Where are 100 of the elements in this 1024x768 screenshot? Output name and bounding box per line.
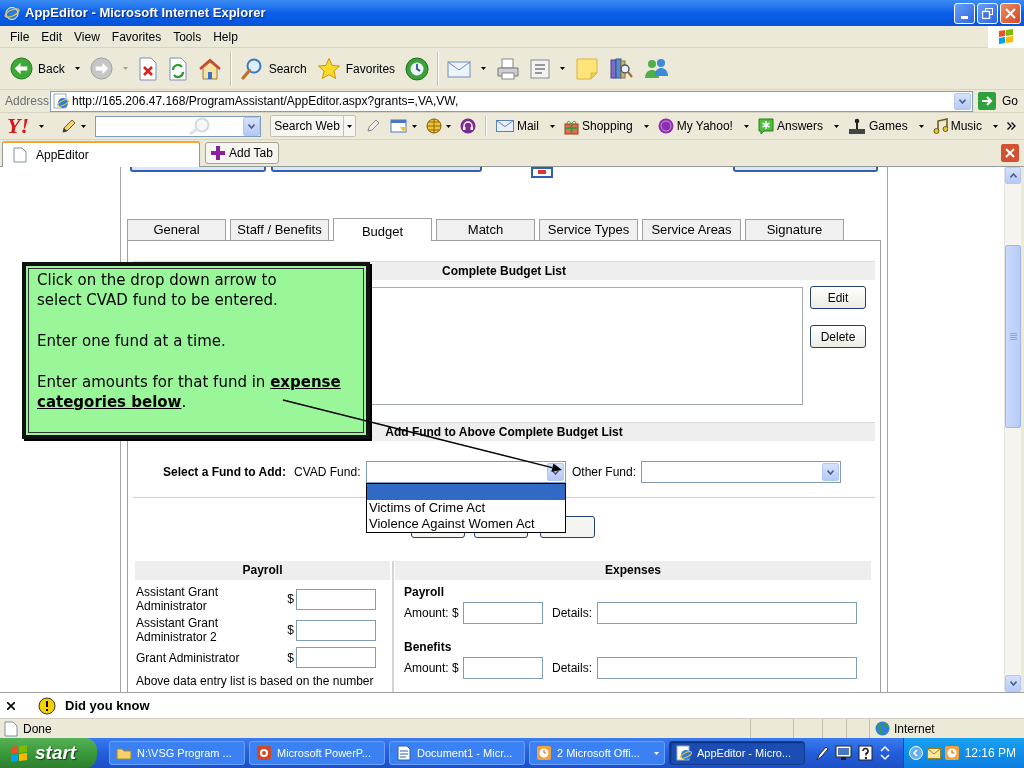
- taskbar-button[interactable]: N:\VSG Program ...: [109, 741, 245, 765]
- scroll-down-button[interactable]: [1005, 675, 1021, 692]
- document-icon: [396, 745, 412, 761]
- amount-input[interactable]: [296, 619, 376, 641]
- music-note-icon: [932, 118, 948, 134]
- address-field[interactable]: http://165.206.47.168/ProgramAssistant/AppEditor.aspx?grants=,VA,VW,: [50, 90, 973, 112]
- menu-item[interactable]: Help: [207, 26, 244, 47]
- page-tab[interactable]: Service Types: [539, 219, 638, 240]
- folder-icon: [116, 746, 132, 760]
- monitor-icon: [835, 745, 852, 761]
- menu-item[interactable]: Favorites: [105, 26, 168, 47]
- music-link[interactable]: Music: [932, 115, 998, 137]
- cut-off-button[interactable]: [130, 167, 266, 172]
- browser-tab[interactable]: AppEditor: [2, 141, 200, 167]
- my-page-link[interactable]: My Yahoo!: [657, 115, 749, 137]
- chevron-down-icon: [827, 469, 834, 475]
- chevron-down-icon: [1009, 681, 1017, 686]
- cut-off-button[interactable]: [733, 167, 878, 172]
- scroll-up-button[interactable]: [1005, 167, 1021, 184]
- clock-text: 12:16 PM: [964, 745, 1016, 762]
- search-icon: [239, 56, 264, 81]
- menu-item[interactable]: Tools: [167, 26, 208, 47]
- search-web-button[interactable]: Search Web: [270, 115, 356, 137]
- house-icon: [197, 56, 222, 81]
- taskbar-button[interactable]: Document1 - Micr...: [389, 741, 525, 765]
- amount-input[interactable]: [463, 657, 543, 679]
- page-tab[interactable]: Budget: [333, 218, 432, 241]
- back-button[interactable]: Back: [8, 51, 82, 86]
- info-bar-text: Did you know: [65, 696, 150, 715]
- amount-input[interactable]: [296, 588, 376, 610]
- field-label: Amount: $: [404, 660, 460, 677]
- asterisk-bubble-icon: [757, 117, 774, 135]
- books-magnifier-icon: [609, 56, 634, 81]
- globe-icon: [875, 721, 890, 736]
- page-tab[interactable]: Signature: [745, 219, 844, 240]
- cut-off-button[interactable]: [271, 167, 482, 172]
- page-tab[interactable]: Match: [436, 219, 535, 240]
- envelope-icon: [447, 58, 472, 79]
- callout-text: Enter amounts for that fund in expense categories below.: [37, 372, 341, 412]
- logo-button[interactable]: Y!: [7, 116, 44, 136]
- note-text: Above data entry list is based on the number: [136, 674, 375, 688]
- window-title: AppEditor - Microsoft Internet Explorer: [25, 4, 266, 23]
- games-link[interactable]: Games: [847, 115, 924, 137]
- page-x-icon: [137, 56, 158, 81]
- search-button[interactable]: Search: [237, 51, 309, 86]
- add-tab-button[interactable]: Add Tab: [205, 142, 279, 164]
- menu-item[interactable]: Edit: [35, 26, 69, 47]
- page-globe-icon: [676, 745, 692, 761]
- show-hidden-icons-button[interactable]: [909, 746, 923, 760]
- taskbar-button[interactable]: AppEditor - Micro...: [669, 741, 805, 765]
- menu-item[interactable]: View: [68, 26, 106, 47]
- other-fund-select[interactable]: [641, 461, 841, 483]
- favorites-button[interactable]: Favorites: [314, 51, 398, 86]
- window-icon: [389, 118, 408, 134]
- page-tab[interactable]: Staff / Benefits: [230, 219, 329, 240]
- close-icon: [1001, 144, 1019, 162]
- page-tab[interactable]: Service Areas: [642, 219, 741, 240]
- minimize-icon: [961, 15, 968, 19]
- page-arrows-icon: [167, 56, 188, 81]
- page-icon: [3, 720, 19, 737]
- chevron-up-icon: [1009, 173, 1017, 178]
- restore-button[interactable]: [977, 2, 998, 24]
- amount-input[interactable]: [463, 602, 543, 624]
- go-button[interactable]: Go: [978, 92, 1018, 110]
- search-field[interactable]: [95, 115, 262, 137]
- warning-icon: [38, 696, 56, 715]
- grip-lines-icon: [1009, 333, 1017, 340]
- globe-icon: [425, 118, 442, 134]
- close-tab-button[interactable]: [1001, 144, 1019, 162]
- details-input[interactable]: [597, 657, 857, 679]
- flag-logo-icon: [988, 25, 1024, 48]
- two-people-icon: [643, 56, 670, 81]
- round-badge-icon: [657, 118, 674, 134]
- cvad-fund-select[interactable]: [366, 461, 566, 483]
- page-tab[interactable]: General: [127, 219, 226, 240]
- start-button[interactable]: start: [0, 738, 97, 768]
- details-input[interactable]: [597, 602, 857, 624]
- close-icon: [7, 701, 15, 710]
- globe-button[interactable]: [425, 115, 451, 137]
- taskbar-button[interactable]: Microsoft PowerP...: [249, 741, 385, 765]
- plus-icon: [211, 146, 225, 160]
- clock-icon: [536, 745, 552, 761]
- scrollbar-thumb[interactable]: [1005, 245, 1021, 428]
- slides-icon: [256, 745, 272, 761]
- mail-link[interactable]: Mail: [495, 115, 555, 137]
- page-icon: [12, 147, 28, 163]
- callout-text: Enter one fund at a time.: [37, 331, 226, 351]
- minimize-button[interactable]: [954, 2, 975, 24]
- more-button[interactable]: [1007, 122, 1016, 130]
- staff-label: Grant Administrator: [136, 650, 241, 665]
- close-icon: [1005, 7, 1016, 19]
- amount-input[interactable]: [296, 647, 376, 668]
- answers-link[interactable]: Answers: [757, 115, 839, 137]
- shopping-link[interactable]: Shopping: [563, 115, 649, 137]
- form-button[interactable]: Edit: [810, 286, 866, 309]
- taskbar-button[interactable]: 2 Microsoft Offi...: [529, 741, 665, 765]
- form-button[interactable]: Delete: [810, 325, 866, 348]
- menu-item[interactable]: File: [4, 26, 36, 47]
- close-button[interactable]: [1000, 2, 1021, 24]
- close-info-bar-button[interactable]: [6, 700, 16, 711]
